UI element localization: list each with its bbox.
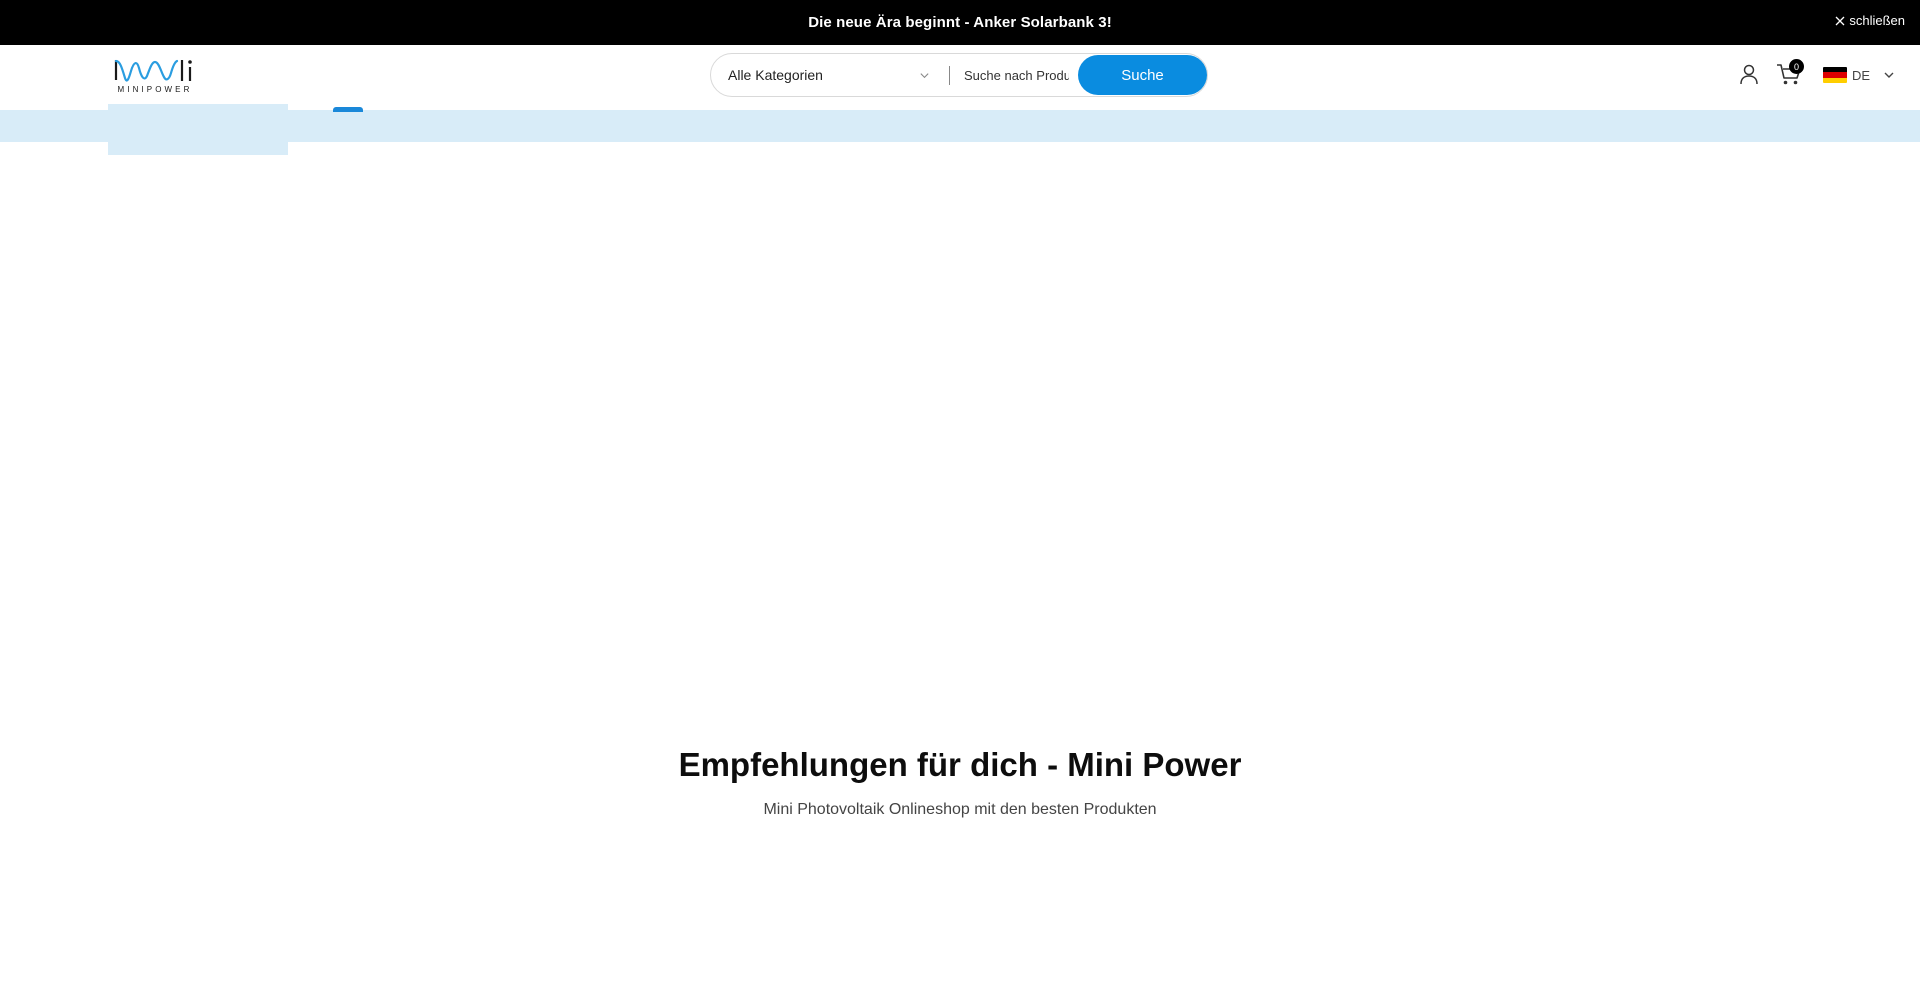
search-button[interactable]: Suche: [1078, 55, 1207, 95]
cart-count-badge: 0: [1789, 59, 1804, 74]
search-bar: Alle Kategorien Suche: [710, 53, 1208, 97]
chevron-down-icon: [1884, 72, 1894, 78]
search-input[interactable]: [964, 64, 1069, 86]
section-subtitle: Mini Photovoltaik Onlineshop mit den bes…: [763, 801, 1157, 818]
announcement-text[interactable]: Die neue Ära beginnt - Anker Solarbank 3…: [808, 14, 1112, 31]
logo-mark: [114, 59, 192, 82]
close-label: schließen: [1849, 13, 1905, 28]
flag-de-icon: [1823, 67, 1847, 83]
nav-menu-placeholder: [108, 104, 288, 155]
language-label: DE: [1852, 67, 1871, 83]
announcement-close-button[interactable]: schließen: [1835, 13, 1905, 28]
nav-strip: [0, 110, 1920, 142]
logo-text: MINIPOWER: [117, 85, 193, 94]
language-selector[interactable]: DE: [1823, 66, 1895, 84]
section-title: Empfehlungen für dich - Mini Power: [678, 746, 1242, 783]
category-select-value: Alle Kategorien: [728, 67, 823, 83]
search-divider: [949, 66, 950, 85]
nav-indicator: [333, 107, 363, 112]
account-icon[interactable]: [1738, 63, 1760, 85]
chevron-down-icon: [920, 73, 929, 79]
close-icon: [1835, 16, 1845, 25]
logo[interactable]: MINIPOWER: [114, 58, 196, 94]
site-header: MINIPOWER Alle Kategorien Suche 0 DE: [0, 45, 1920, 110]
category-select[interactable]: Alle Kategorien: [728, 54, 940, 96]
announcement-bar: Die neue Ära beginnt - Anker Solarbank 3…: [0, 0, 1920, 45]
